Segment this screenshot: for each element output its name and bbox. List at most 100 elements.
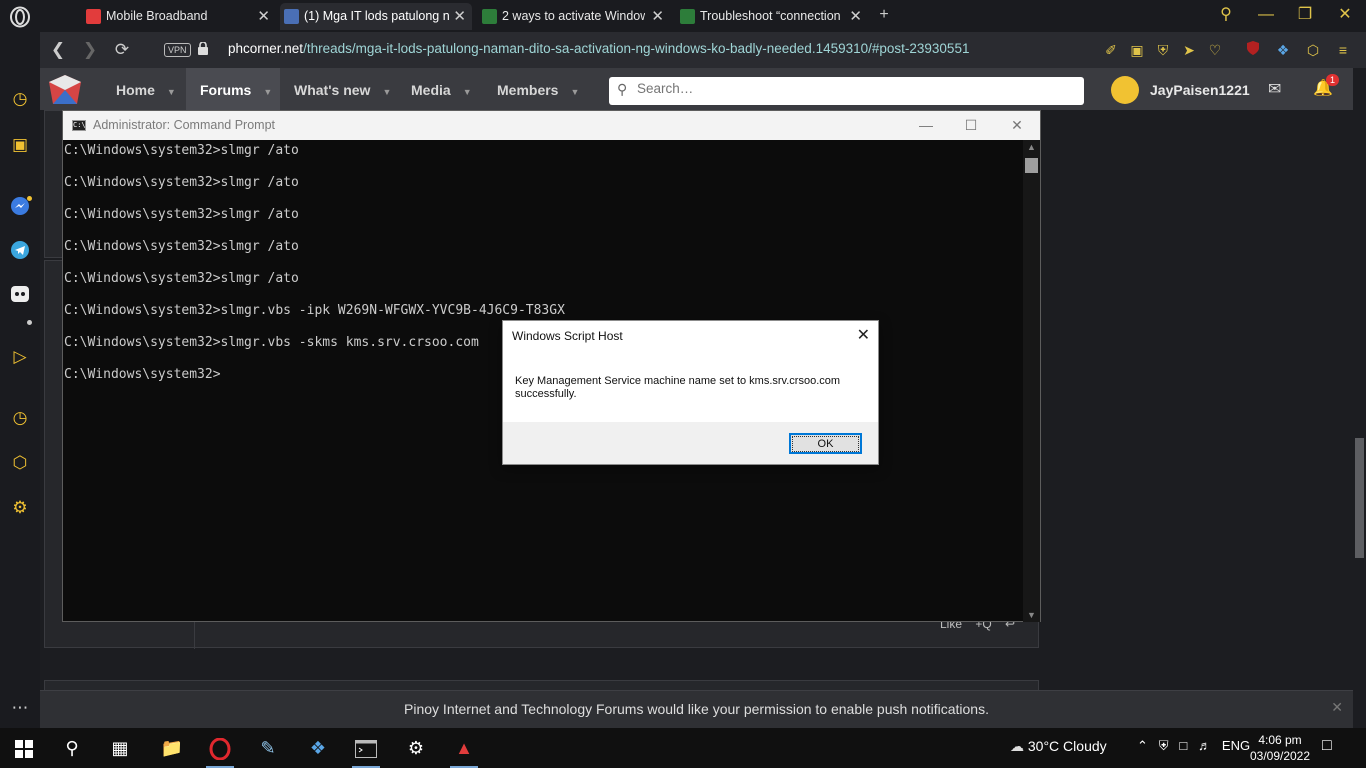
tab-label: 2 ways to activate Window <box>502 9 645 23</box>
settings-gear-icon[interactable]: ⚙ <box>9 497 31 519</box>
network-icon[interactable]: □ <box>1179 738 1187 753</box>
minimize-icon[interactable]: — <box>916 115 936 135</box>
history-icon[interactable]: ◷ <box>9 407 31 429</box>
extensions-cube-icon[interactable]: ⬡ <box>1303 40 1323 60</box>
url-path: /threads/mga-it-lods-patulong-naman-dito… <box>303 41 970 56</box>
close-tab-icon[interactable]: ✕ <box>651 3 664 30</box>
language-indicator[interactable]: ENG <box>1222 738 1250 753</box>
dialog-title: Windows Script Host <box>512 329 623 343</box>
reload-icon[interactable]: ⟳ <box>110 38 134 62</box>
command-prompt-taskbar-icon[interactable] <box>342 728 390 768</box>
close-tab-icon[interactable]: ✕ <box>849 3 862 30</box>
settings-gear-icon[interactable]: ⚙ <box>392 728 440 768</box>
windows-script-host-dialog[interactable]: Windows Script Host ✕ Key Management Ser… <box>502 320 879 465</box>
chevron-down-icon[interactable]: ▼ <box>263 87 272 97</box>
volume-icon[interactable]: ♬ <box>1198 738 1211 753</box>
task-view-icon[interactable]: ▦ <box>96 728 144 768</box>
notepad-icon[interactable]: ✎ <box>244 728 292 768</box>
tab-label: Troubleshoot “connection t <box>700 9 843 23</box>
close-icon[interactable]: ✕ <box>857 325 870 345</box>
opera-taskbar-icon[interactable] <box>196 728 244 768</box>
menu-icon[interactable]: ≡ <box>1333 40 1353 60</box>
tab-search-icon[interactable]: ⚲ <box>1214 4 1238 26</box>
maximize-icon[interactable]: ☐ <box>961 115 981 135</box>
close-icon[interactable]: ✕ <box>1331 699 1343 716</box>
close-tab-icon[interactable]: ✕ <box>257 3 270 30</box>
minimize-window-icon[interactable]: — <box>1254 4 1278 26</box>
scrollbar-thumb[interactable] <box>1025 158 1038 173</box>
mobile-broadband-app-icon[interactable]: ▲ <box>440 728 488 768</box>
avatar[interactable] <box>1111 76 1139 104</box>
forward-arrow-icon[interactable]: ❯ <box>78 38 102 62</box>
back-arrow-icon[interactable]: ❮ <box>46 38 70 62</box>
clock[interactable]: 4:06 pm 03/09/2022 <box>1248 732 1312 764</box>
chevron-down-icon[interactable]: ▼ <box>570 87 579 97</box>
snapshot-camera-icon[interactable]: ▣ <box>1127 40 1147 60</box>
close-window-icon[interactable]: ✕ <box>1333 4 1357 26</box>
vpn-badge[interactable]: VPN <box>164 43 191 57</box>
nav-media[interactable]: Media ▼ <box>397 68 483 110</box>
scrollbar-thumb[interactable] <box>1355 438 1364 558</box>
weather-widget[interactable]: ☁ 30°C Cloudy <box>1010 738 1107 755</box>
clock-time: 4:06 pm <box>1258 733 1302 747</box>
nav-members[interactable]: Members ▼ <box>483 68 585 110</box>
nav-whats-new[interactable]: What's new ▼ <box>280 68 392 110</box>
inbox-icon[interactable]: ✉ <box>1268 79 1281 99</box>
username[interactable]: JayPaisen1221 <box>1150 82 1250 98</box>
scroll-up-arrow-icon[interactable]: ▲ <box>1023 142 1040 152</box>
notification-center-icon[interactable]: □ <box>1322 737 1332 755</box>
shopping-bag-icon[interactable]: ▣ <box>9 134 31 156</box>
tab-mobile-broadband[interactable]: Mobile Broadband ✕ <box>82 3 276 30</box>
ublock-icon[interactable] <box>1243 40 1263 60</box>
taskbar: ⚲ ▦ 📁 ✎ ❖ ⚙ ▲ ☁ 30°C Cloudy ⌃ ⛨ □ ♬ ENG … <box>0 728 1366 768</box>
nav-forums[interactable]: Forums ▼ <box>186 68 280 110</box>
url-field[interactable]: phcorner.net/threads/mga-it-lods-patulon… <box>228 41 969 56</box>
cmd-title-bar[interactable]: C:\ Administrator: Command Prompt — ☐ ✕ <box>63 111 1040 140</box>
ok-button[interactable]: OK <box>789 433 862 454</box>
chevron-down-icon[interactable]: ▼ <box>167 87 176 97</box>
tab-troubleshoot[interactable]: Troubleshoot “connection t ✕ <box>676 3 868 30</box>
search-icon: ⚲ <box>617 81 628 97</box>
sidebar-more-icon[interactable]: ⋯ <box>9 697 31 719</box>
shield-icon[interactable]: ⛨ <box>1153 40 1173 60</box>
app-icon[interactable]: ❖ <box>294 728 342 768</box>
lock-icon[interactable] <box>198 42 208 55</box>
easy-setup-icon[interactable]: ✐ <box>1101 40 1121 60</box>
system-tray: ⌃ ⛨ □ ♬ ENG <box>1137 738 1250 754</box>
chevron-down-icon[interactable]: ▼ <box>382 87 391 97</box>
ok-button-label: OK <box>792 436 859 452</box>
file-explorer-icon[interactable]: 📁 <box>148 728 196 768</box>
cmd-scrollbar[interactable]: ▲ ▼ <box>1023 140 1040 622</box>
opera-menu-icon[interactable] <box>9 6 31 28</box>
heart-icon[interactable]: ♡ <box>1205 40 1225 60</box>
tab-activate-windows[interactable]: 2 ways to activate Window ✕ <box>478 3 670 30</box>
search-icon[interactable]: ⚲ <box>48 728 96 768</box>
chevron-up-icon[interactable]: ⌃ <box>1137 738 1148 753</box>
close-tab-icon[interactable]: ✕ <box>453 3 466 30</box>
phcorner-logo[interactable] <box>48 74 82 106</box>
start-button[interactable] <box>0 728 48 768</box>
translate-icon[interactable]: ❖ <box>1273 40 1293 60</box>
extensions-cube-icon[interactable]: ⬡ <box>9 452 31 474</box>
scroll-down-arrow-icon[interactable]: ▼ <box>1023 610 1040 620</box>
search-input[interactable] <box>637 81 1067 96</box>
send-icon[interactable]: ➤ <box>1179 40 1199 60</box>
discord-icon[interactable] <box>9 284 31 306</box>
url-host: phcorner.net <box>228 41 304 56</box>
close-icon[interactable]: ✕ <box>1007 115 1027 135</box>
page-scrollbar[interactable] <box>1353 68 1366 728</box>
nav-home[interactable]: Home ▼ <box>102 68 186 110</box>
defender-shield-icon[interactable]: ⛨ <box>1159 738 1169 753</box>
player-icon[interactable]: ▷ <box>9 346 31 368</box>
dialog-message: Key Management Service machine name set … <box>515 375 841 400</box>
restore-window-icon[interactable]: ❐ <box>1293 4 1317 26</box>
tab-phcorner-thread[interactable]: (1) Mga IT lods patulong na ✕ <box>280 3 472 30</box>
new-tab-button[interactable]: + <box>872 4 896 26</box>
windows-favicon-icon <box>680 9 695 24</box>
site-search[interactable]: ⚲ <box>609 77 1084 105</box>
telegram-icon[interactable] <box>9 240 31 262</box>
cmd-line: C:\Windows\system32>slmgr /ato <box>64 239 299 254</box>
cloud-icon: ☁ <box>1010 738 1024 754</box>
chevron-down-icon[interactable]: ▼ <box>463 87 472 97</box>
speed-dial-icon[interactable]: ◷ <box>9 88 31 110</box>
